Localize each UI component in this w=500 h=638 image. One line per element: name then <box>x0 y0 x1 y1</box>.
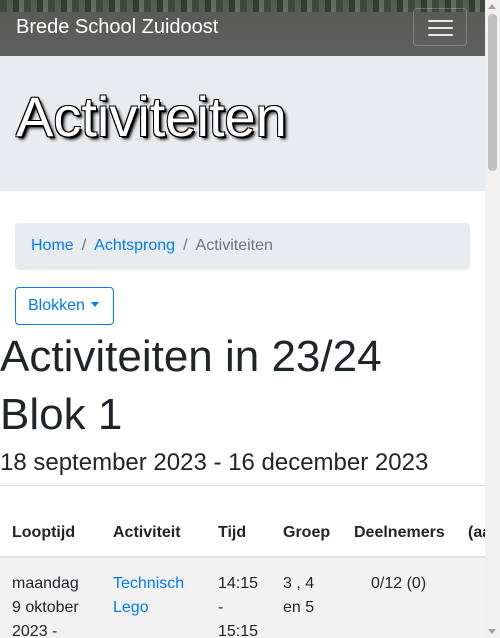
cell-looptijd: maandag 9 oktober 2023 - <box>12 572 79 638</box>
cell-tijd: 14:15 - 15:15 <box>218 572 258 638</box>
cell-activiteit: Technisch Lego <box>113 572 184 620</box>
looptijd-line: maandag <box>12 575 79 592</box>
column-header-tijd: Tijd <box>218 524 247 541</box>
divider <box>0 485 485 486</box>
groep-line: en 5 <box>283 599 315 616</box>
cell-deelnemers: 0/12 (0) <box>371 575 427 592</box>
activity-link-line: Lego <box>113 599 149 616</box>
breadcrumb-separator: / <box>81 237 87 254</box>
activity-link-line: Technisch <box>113 575 185 592</box>
cell-groep: 3 , 4 en 5 <box>283 572 314 620</box>
page-heading-line2: Blok 1 <box>0 390 123 439</box>
scrollbar-thumb[interactable] <box>488 14 497 171</box>
column-header-truncated: (aa <box>468 524 485 541</box>
dropdown-label: Blokken <box>28 297 85 314</box>
scroll-down-arrow-icon[interactable] <box>488 629 496 634</box>
breadcrumb: Home / Achtsprong / Activiteiten <box>15 223 470 270</box>
menu-bar-middle <box>428 27 453 29</box>
vertical-scrollbar[interactable] <box>485 0 500 638</box>
column-header-looptijd: Looptijd <box>12 524 76 541</box>
hero-title: Activiteiten <box>16 85 287 148</box>
navbar: Brede School Zuidoost <box>0 0 485 56</box>
looptijd-line: 2023 - <box>12 623 58 638</box>
breadcrumb-home-link[interactable]: Home <box>31 237 74 254</box>
breadcrumb-current: Activiteiten <box>195 237 273 254</box>
navbar-brand[interactable]: Brede School Zuidoost <box>16 16 218 39</box>
caret-down-icon <box>90 302 99 307</box>
tijd-line: 15:15 <box>218 623 259 638</box>
menu-bar-top <box>428 20 453 22</box>
menu-bar-bottom <box>428 34 453 36</box>
breadcrumb-achtsprong-link[interactable]: Achtsprong <box>94 237 175 254</box>
column-header-activiteit: Activiteit <box>113 524 181 541</box>
breadcrumb-separator: / <box>183 237 188 254</box>
page-heading: Activiteiten in 23/24 Blok 1 <box>0 328 485 444</box>
looptijd-line: 9 oktober <box>12 599 79 616</box>
scroll-up-arrow-icon[interactable] <box>488 4 496 9</box>
blokken-dropdown-button[interactable]: Blokken <box>15 287 114 325</box>
hero-banner: Activiteiten <box>0 56 485 191</box>
tijd-line: - <box>218 599 224 616</box>
hamburger-menu-icon[interactable] <box>413 8 467 46</box>
page-heading-line1: Activiteiten in 23/24 <box>0 332 382 381</box>
column-header-deelnemers: Deelnemers <box>354 524 445 541</box>
tijd-line: 14:15 <box>218 575 259 592</box>
column-header-groep: Groep <box>283 524 331 541</box>
activity-link[interactable]: Technisch Lego <box>113 572 184 620</box>
page-viewport: Brede School Zuidoost Activiteiten Home /… <box>0 0 485 638</box>
groep-line: 3 , 4 <box>283 575 315 592</box>
date-range: 18 september 2023 - 16 december 2023 <box>0 449 429 476</box>
